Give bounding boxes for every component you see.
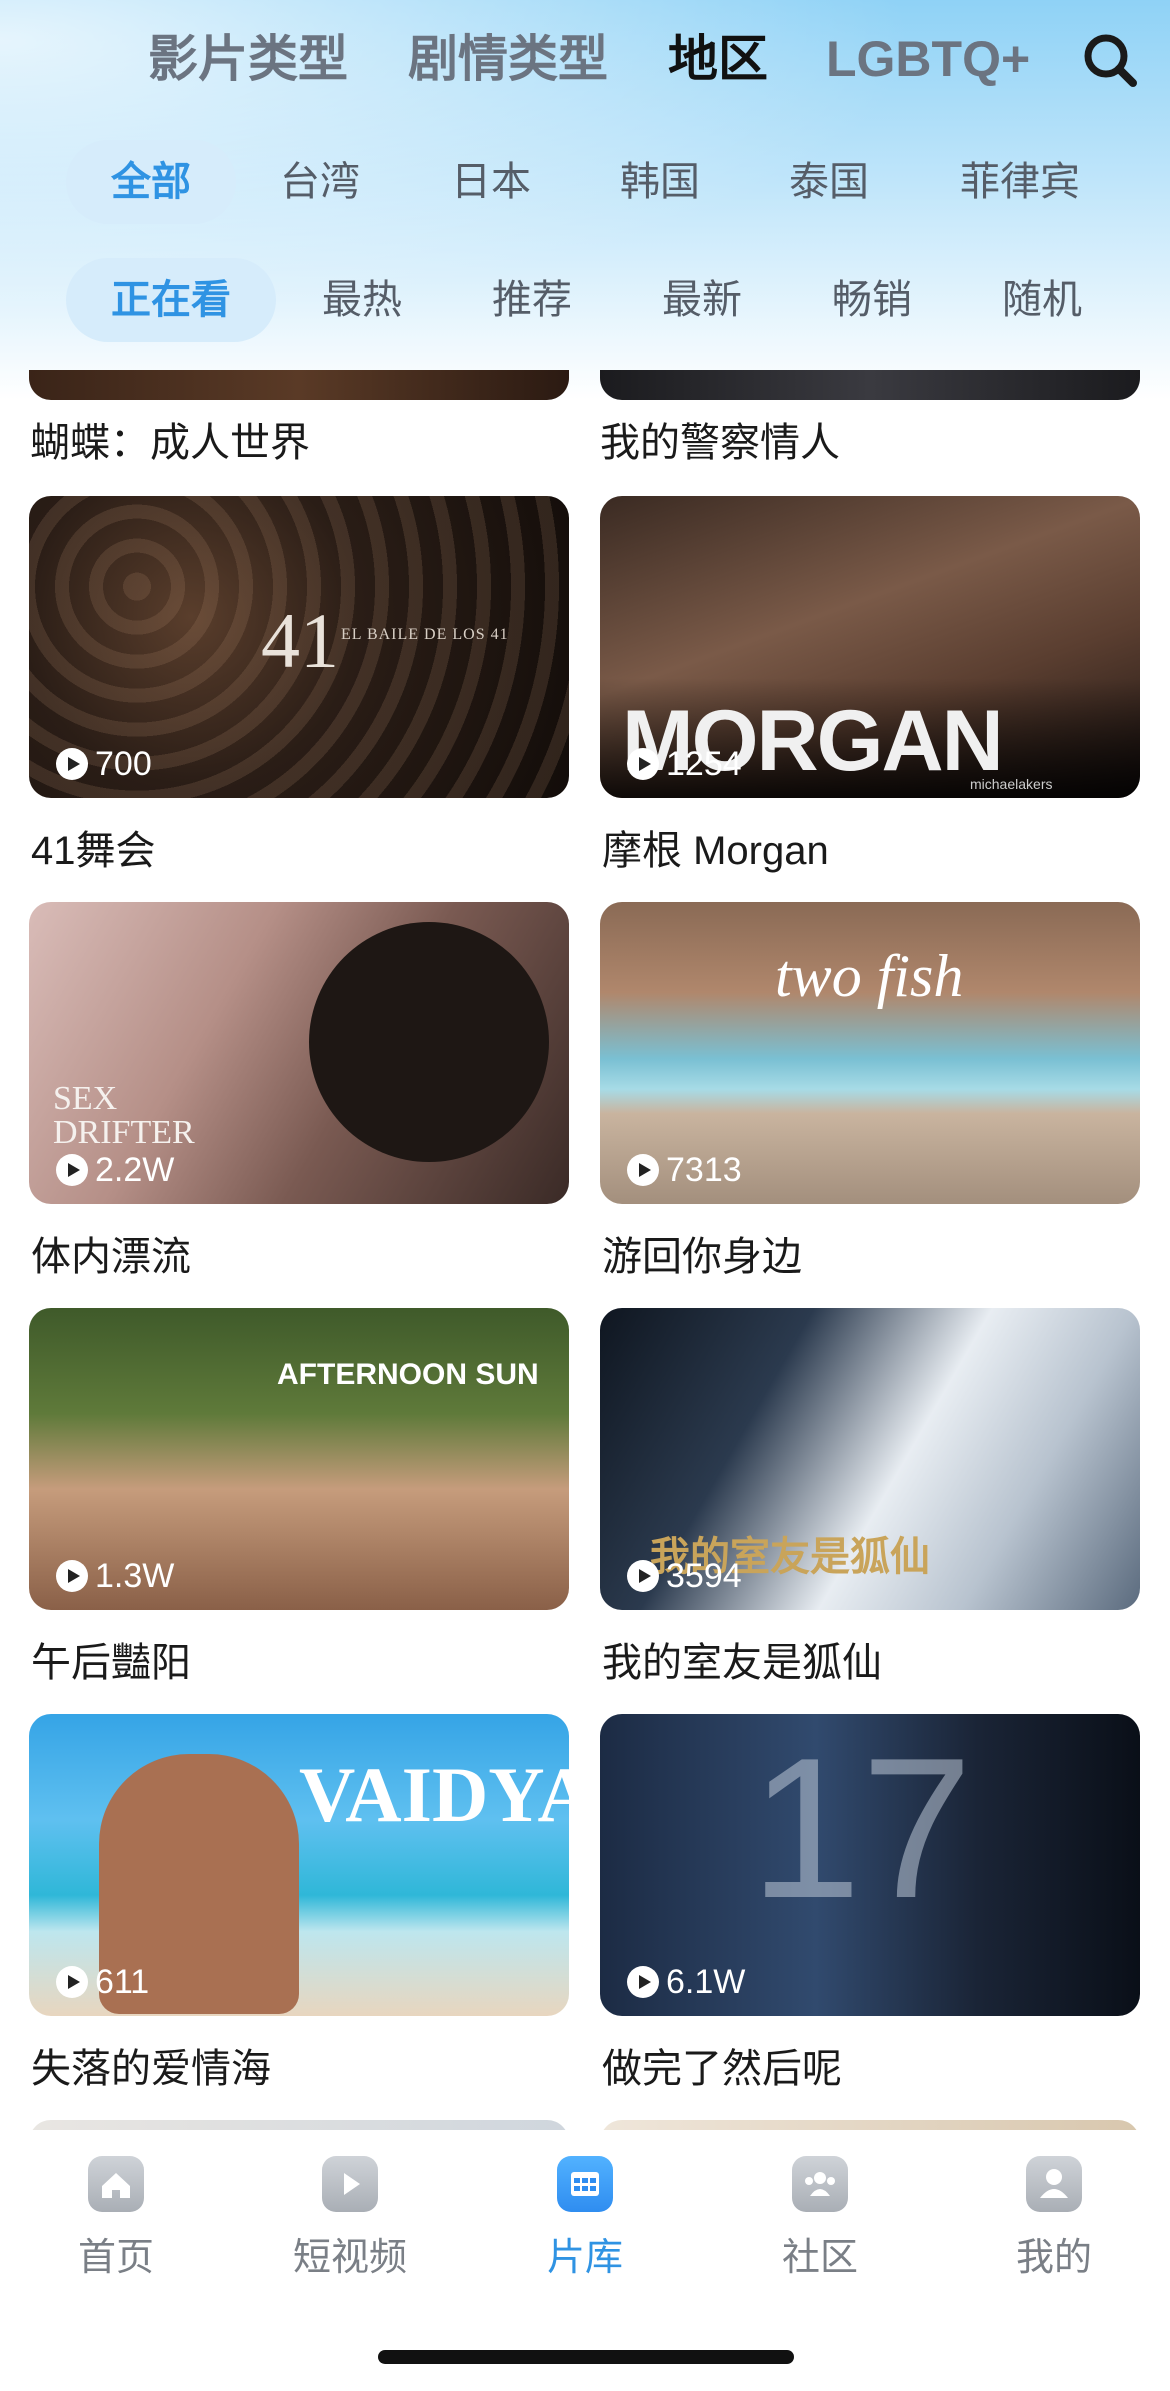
play-count: 1.3W (55, 1556, 174, 1596)
movie-title[interactable]: 41舞会 (31, 818, 156, 876)
play-count: 7313 (626, 1150, 742, 1190)
home-icon (88, 2156, 144, 2212)
play-count: 2.2W (55, 1150, 174, 1190)
poster-title: VAIDYA (299, 1751, 569, 1838)
library-grid-icon (557, 2156, 613, 2212)
play-count-value: 700 (95, 744, 152, 783)
play-icon (56, 1560, 88, 1592)
play-icon (627, 748, 659, 780)
play-video-icon (322, 2156, 378, 2212)
movie-thumbnail[interactable]: 我的室友是狐仙 3594 (600, 1308, 1140, 1610)
profile-icon (1026, 2156, 1082, 2212)
movie-title[interactable]: 做完了然后呢 (602, 2036, 842, 2094)
movie-title[interactable]: 蝴蝶：成人世界 (30, 410, 310, 468)
nav-profile[interactable]: 我的 (984, 2156, 1124, 2281)
play-count-value: 3594 (666, 1556, 742, 1595)
movie-title[interactable]: 我的室友是狐仙 (602, 1630, 882, 1688)
movie-title[interactable]: 我的警察情人 (600, 410, 840, 468)
poster-title: 17 (750, 1717, 973, 1940)
filter-region-thailand[interactable]: 泰国 (764, 140, 894, 224)
movie-thumbnail-partial[interactable] (29, 2120, 569, 2130)
filter-region-taiwan[interactable]: 台湾 (255, 140, 385, 224)
nav-community-label: 社区 (781, 2237, 858, 2279)
nav-community[interactable]: 社区 (750, 2156, 890, 2281)
category-tabs: 影片类型 剧情类型 地区 LGBTQ+ (0, 24, 1170, 94)
movie-thumbnail[interactable]: SEX DRIFTER 2.2W (29, 902, 569, 1204)
poster-title: 41 (261, 597, 339, 684)
tab-plot-type[interactable]: 剧情类型 (408, 24, 608, 94)
play-icon (56, 1154, 88, 1186)
nav-short-video[interactable]: 短视频 (280, 2156, 420, 2281)
nav-library-label: 片库 (546, 2237, 623, 2279)
play-count: 700 (55, 744, 152, 784)
play-count: 6.1W (626, 1962, 745, 2002)
tab-lgbtq[interactable]: LGBTQ+ (826, 24, 1030, 94)
movie-title[interactable]: 体内漂流 (31, 1224, 191, 1282)
movie-thumbnail[interactable]: VAIDYA 611 (29, 1714, 569, 2016)
home-indicator[interactable] (378, 2350, 794, 2364)
filter-sort-random[interactable]: 随机 (977, 258, 1107, 342)
movie-thumbnail[interactable]: two fish 7313 (600, 902, 1140, 1204)
nav-library[interactable]: 片库 (515, 2156, 655, 2281)
poster-subtitle: DRIFTER (53, 1114, 195, 1151)
play-count-value: 2.2W (95, 1150, 175, 1189)
play-icon (627, 1154, 659, 1186)
filter-region-all[interactable]: 全部 (66, 140, 236, 224)
poster-subtitle: michaelakers (970, 776, 1053, 792)
play-count-value: 7313 (666, 1150, 742, 1189)
filter-region-philippines[interactable]: 菲律宾 (940, 140, 1100, 224)
poster-title: SEX (53, 1080, 118, 1117)
filter-sort-newest[interactable]: 最新 (637, 258, 767, 342)
search-icon[interactable] (1080, 30, 1140, 90)
movie-thumbnail[interactable]: 41 EL BAILE DE LOS 41 700 (29, 496, 569, 798)
region-filter-row: 全部 台湾 日本 韩国 泰国 菲律宾 (0, 140, 1170, 224)
community-icon (792, 2156, 848, 2212)
movie-title[interactable]: 失落的爱情海 (31, 2036, 271, 2094)
play-icon (627, 1966, 659, 1998)
play-icon (56, 1966, 88, 1998)
movie-title[interactable]: 游回你身边 (602, 1224, 802, 1282)
play-count-value: 1.3W (95, 1556, 175, 1595)
tab-region[interactable]: 地区 (668, 24, 768, 94)
play-count-value: 611 (95, 1962, 150, 2001)
nav-short-video-label: 短视频 (292, 2237, 407, 2279)
filter-region-korea[interactable]: 韩国 (595, 140, 725, 224)
nav-profile-label: 我的 (1015, 2237, 1092, 2279)
movie-thumbnail-partial[interactable] (600, 2120, 1140, 2130)
filter-sort-hot[interactable]: 最热 (297, 258, 427, 342)
filter-sort-watching[interactable]: 正在看 (66, 258, 276, 342)
play-count: 1254 (626, 744, 742, 784)
poster-title: AFTERNOON SUN (277, 1358, 539, 1391)
nav-home[interactable]: 首页 (46, 2156, 186, 2281)
movie-title[interactable]: 午后豔阳 (31, 1630, 191, 1688)
movie-grid: 蝴蝶：成人世界 我的警察情人 41 EL BAILE DE LOS 41 700… (0, 370, 1170, 2130)
movie-thumbnail[interactable]: AFTERNOON SUN 1.3W (29, 1308, 569, 1610)
sort-filter-row: 正在看 最热 推荐 最新 畅销 随机 (0, 258, 1170, 342)
nav-home-label: 首页 (77, 2237, 154, 2279)
poster-title: two fish (775, 943, 964, 1009)
play-icon (56, 748, 88, 780)
play-count: 611 (55, 1962, 149, 2002)
play-count-value: 6.1W (666, 1962, 746, 2001)
movie-thumbnail[interactable]: MORGAN michaelakers 1254 (600, 496, 1140, 798)
tab-film-type[interactable]: 影片类型 (148, 24, 348, 94)
movie-thumbnail[interactable]: 17 6.1W (600, 1714, 1140, 2016)
play-count: 3594 (626, 1556, 742, 1596)
filter-sort-recommended[interactable]: 推荐 (467, 258, 597, 342)
play-icon (627, 1560, 659, 1592)
play-count-value: 1254 (666, 744, 742, 783)
filter-region-japan[interactable]: 日本 (426, 140, 556, 224)
poster-subtitle: EL BAILE DE LOS 41 (341, 626, 509, 643)
header: 影片类型 剧情类型 地区 LGBTQ+ 全部 台湾 日本 韩国 泰国 菲律宾 正… (0, 0, 1170, 380)
movie-title[interactable]: 摩根 Morgan (602, 818, 829, 876)
filter-sort-bestselling[interactable]: 畅销 (807, 258, 937, 342)
